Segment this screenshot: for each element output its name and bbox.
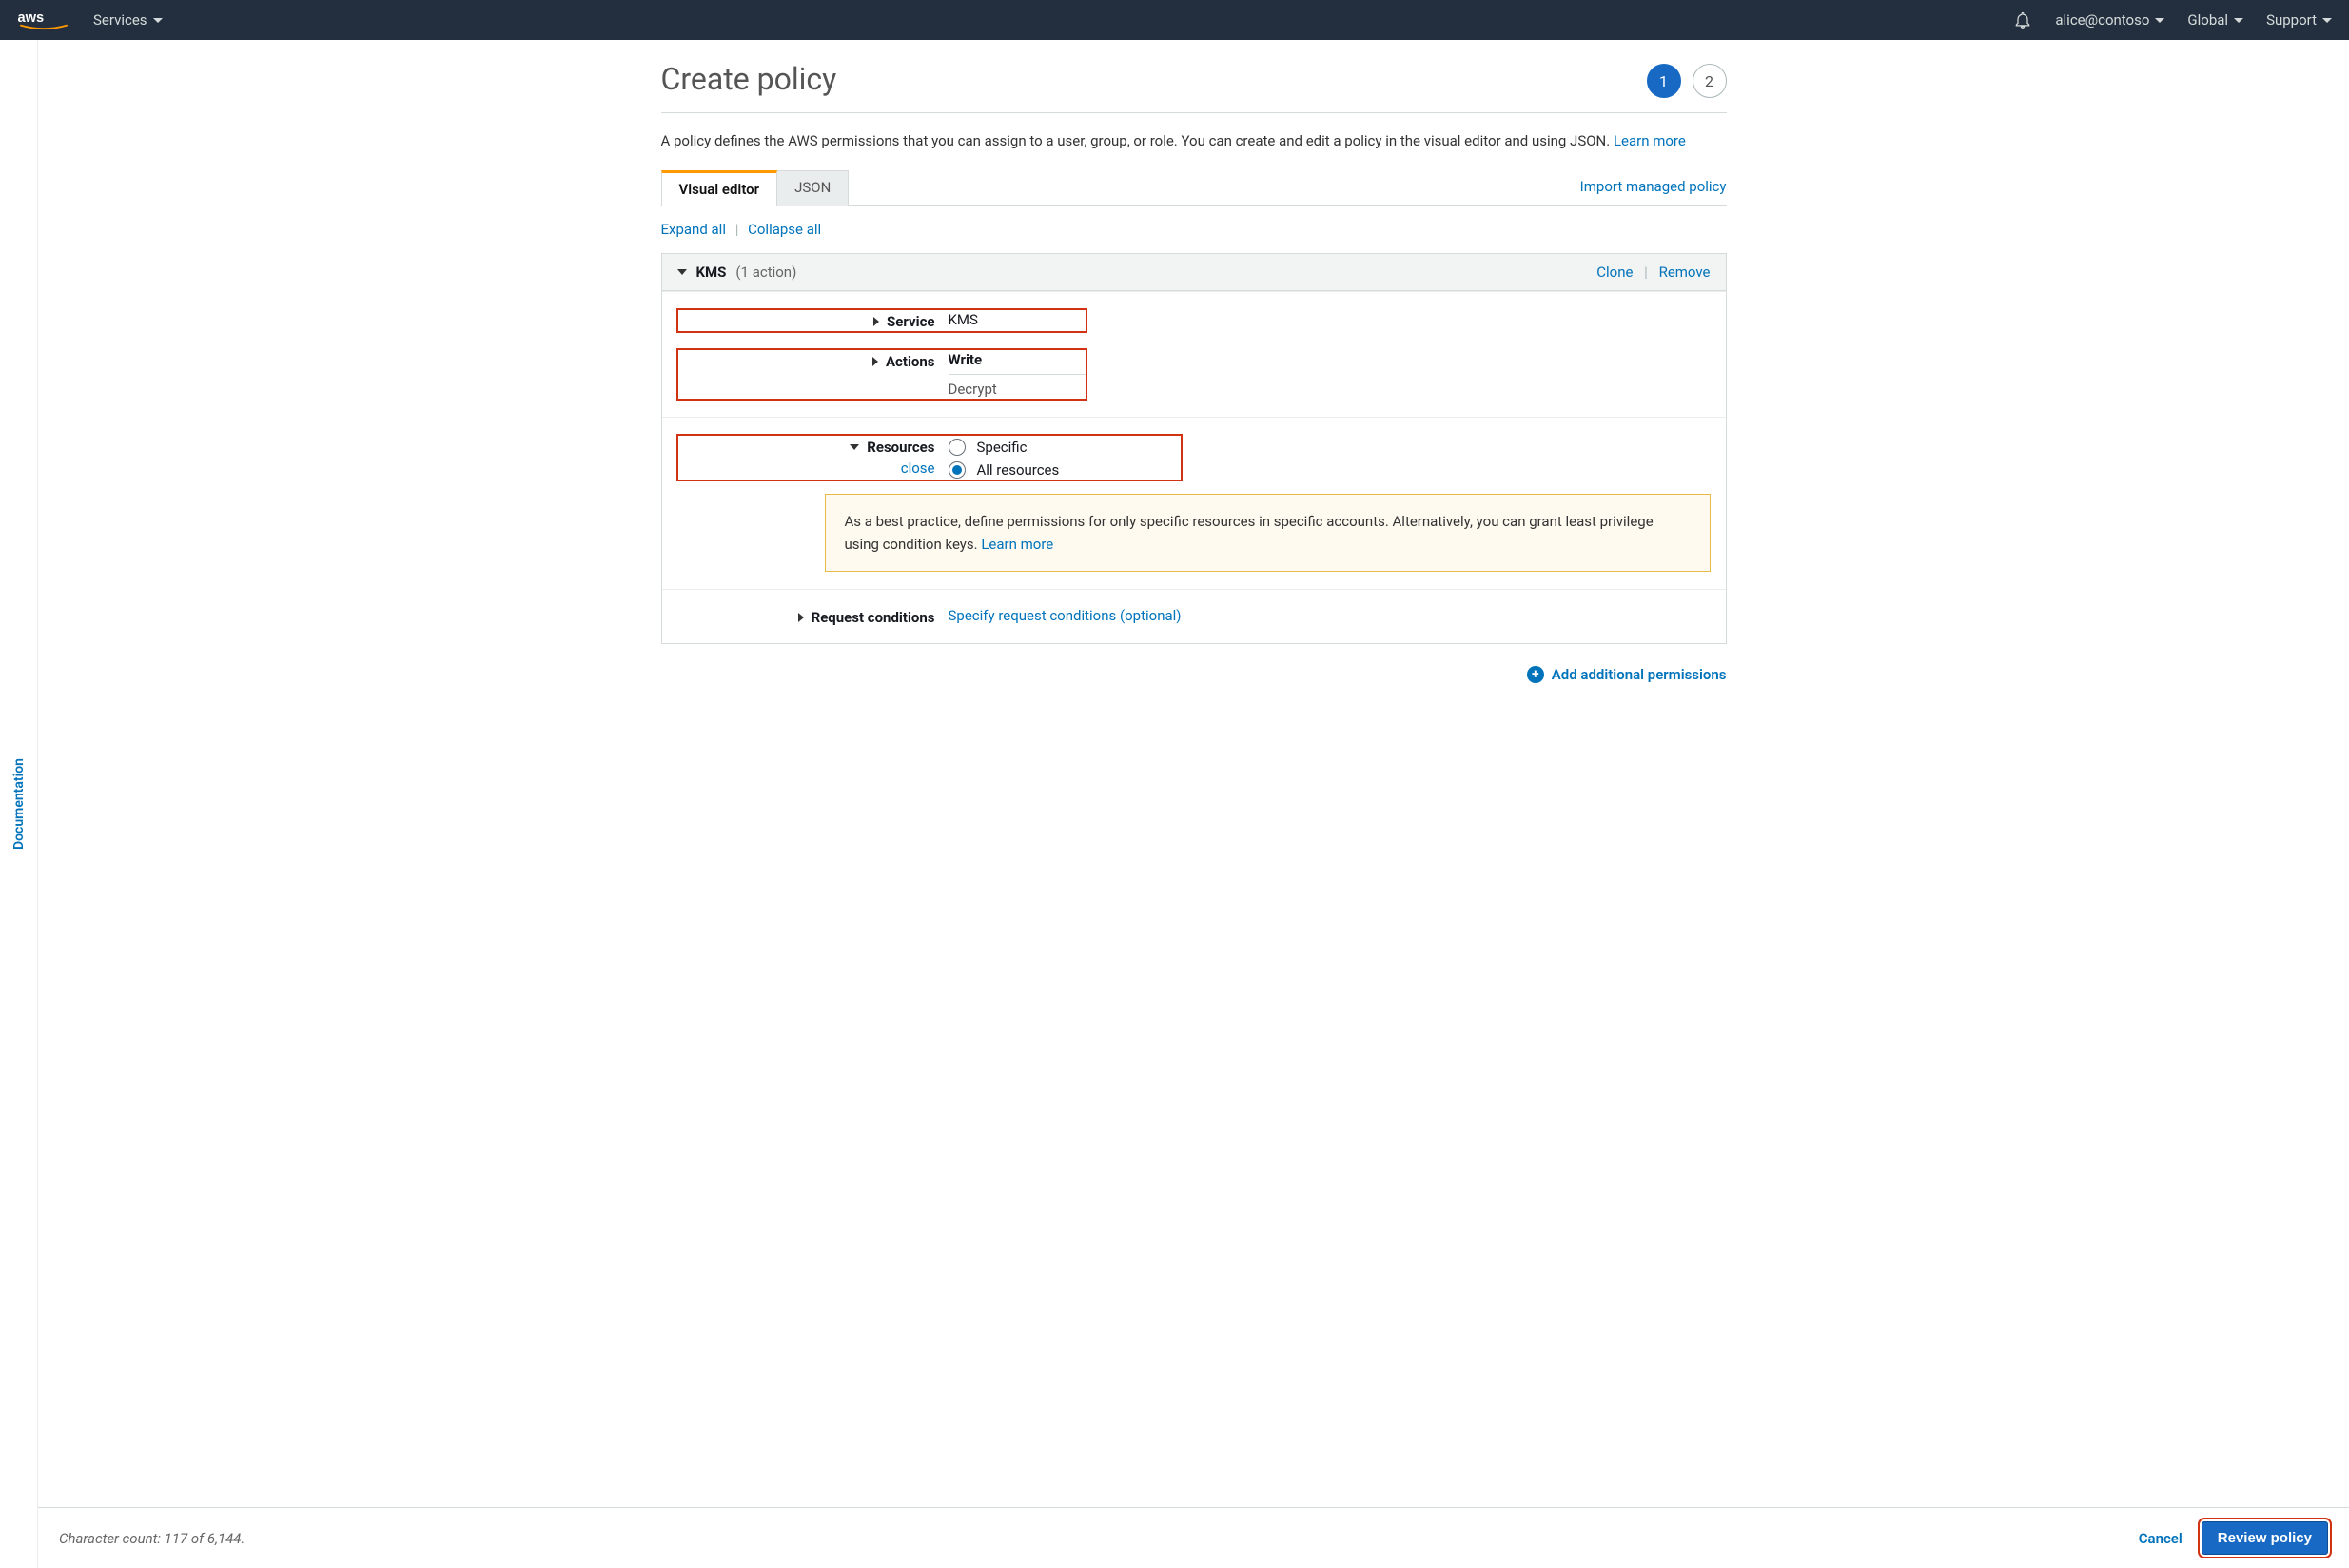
actions-row-highlight: Actions Write Decrypt <box>677 349 1086 400</box>
resources-row-label-col: Resources close <box>677 437 949 479</box>
best-practice-learn-more-link[interactable]: Learn more <box>981 536 1053 553</box>
divider <box>661 112 1727 113</box>
step-1[interactable]: 1 <box>1647 64 1681 98</box>
documentation-toggle[interactable]: Documentation <box>11 758 27 850</box>
account-label: alice@contoso <box>2055 11 2149 29</box>
add-additional-permissions-label: Add additional permissions <box>1552 666 1727 683</box>
chevron-right-icon <box>873 317 879 326</box>
perm-action-count: (1 action) <box>735 264 796 281</box>
tab-visual-editor[interactable]: Visual editor <box>661 170 778 206</box>
perm-header-right: Clone | Remove <box>1596 264 1710 281</box>
plus-circle-icon: + <box>1527 666 1544 683</box>
expand-all-link[interactable]: Expand all <box>661 221 726 238</box>
chevron-down-icon <box>677 269 687 275</box>
policy-description: A policy defines the AWS permissions tha… <box>661 130 1727 152</box>
review-policy-button[interactable]: Review policy <box>2202 1521 2328 1555</box>
region-label: Global <box>2187 11 2228 29</box>
service-row-highlight: Service KMS <box>677 309 1086 332</box>
chevron-down-icon <box>850 444 859 450</box>
top-nav: aws Services alice@contoso Global Suppor… <box>0 0 2349 40</box>
footer-actions: Cancel Review policy <box>2139 1521 2328 1555</box>
resources-label[interactable]: Resources <box>867 439 934 456</box>
resources-all-radio-row[interactable]: All resources <box>949 461 1182 479</box>
resources-all-label: All resources <box>977 461 1060 479</box>
service-row-label-col: Service <box>677 311 949 330</box>
resources-row-highlight: Resources close Specific All resou <box>677 435 1182 480</box>
service-row-value: KMS <box>949 311 1086 330</box>
cancel-button[interactable]: Cancel <box>2139 1530 2183 1547</box>
request-conditions-value: Specify request conditions (optional) <box>949 607 1711 626</box>
service-row: Service KMS <box>662 291 1726 349</box>
support-menu[interactable]: Support <box>2266 11 2332 29</box>
content: Create policy 1 2 A policy defines the A… <box>633 46 1755 712</box>
notification-bell[interactable] <box>2013 10 2032 29</box>
perm-header-left: KMS (1 action) <box>677 264 797 281</box>
expand-collapse-row: Expand all | Collapse all <box>661 221 1727 238</box>
page-title: Create policy <box>661 53 837 108</box>
best-practice-notice: As a best practice, define permissions f… <box>825 494 1711 572</box>
support-label: Support <box>2266 11 2317 29</box>
content-scroll[interactable]: Create policy 1 2 A policy defines the A… <box>38 40 2349 1507</box>
resources-specific-radio-row[interactable]: Specific <box>949 439 1182 456</box>
radio-unchecked-icon <box>949 439 966 456</box>
caret-down-icon <box>2155 18 2164 23</box>
caret-down-icon <box>153 18 163 23</box>
aws-logo[interactable]: aws <box>17 10 70 30</box>
import-managed-policy-link[interactable]: Import managed policy <box>1580 178 1727 205</box>
description-learn-more-link[interactable]: Learn more <box>1614 132 1686 149</box>
chevron-right-icon <box>872 357 878 366</box>
account-menu[interactable]: alice@contoso <box>2055 11 2164 29</box>
chevron-right-icon <box>798 613 804 622</box>
perm-service-name: KMS <box>696 264 727 281</box>
request-conditions-label[interactable]: Request conditions <box>812 609 935 626</box>
bell-icon <box>2013 10 2032 29</box>
actions-row-label-col: Actions <box>677 351 949 398</box>
footer: Character count: 117 of 6,144. Cancel Re… <box>38 1507 2349 1568</box>
clone-link[interactable]: Clone <box>1596 264 1633 281</box>
caret-down-icon <box>2322 18 2332 23</box>
page: Create policy 1 2 A policy defines the A… <box>38 40 2349 1568</box>
description-text: A policy defines the AWS permissions tha… <box>661 132 1611 149</box>
request-conditions-label-col: Request conditions <box>677 607 949 626</box>
services-menu[interactable]: Services <box>93 11 163 29</box>
tabs-row: Visual editor JSON Import managed policy <box>661 169 1727 206</box>
best-practice-text: As a best practice, define permissions f… <box>845 513 1654 553</box>
remove-link[interactable]: Remove <box>1659 264 1711 281</box>
tab-json[interactable]: JSON <box>777 170 849 206</box>
step-2[interactable]: 2 <box>1693 64 1727 98</box>
services-label: Services <box>93 11 147 29</box>
actions-row: Actions Write Decrypt <box>662 349 1726 417</box>
svg-text:aws: aws <box>18 10 45 26</box>
request-conditions-row: Request conditions Specify request condi… <box>662 589 1726 643</box>
page-header: Create policy 1 2 <box>661 53 1727 108</box>
actions-decrypt-label: Decrypt <box>949 377 1086 398</box>
caret-down-icon <box>2234 18 2243 23</box>
request-conditions-link[interactable]: Specify request conditions (optional) <box>949 607 1182 624</box>
wizard-steps: 1 2 <box>1647 64 1727 98</box>
character-count: Character count: 117 of 6,144. <box>59 1530 245 1547</box>
resources-close-link[interactable]: close <box>901 460 935 477</box>
permission-block-header[interactable]: KMS (1 action) Clone | Remove <box>662 254 1726 291</box>
service-label[interactable]: Service <box>887 313 934 330</box>
region-menu[interactable]: Global <box>2187 11 2243 29</box>
permission-block: KMS (1 action) Clone | Remove <box>661 253 1727 644</box>
resources-options: Specific All resources <box>949 437 1182 479</box>
actions-label[interactable]: Actions <box>886 353 935 370</box>
add-permissions-row: + Add additional permissions <box>661 665 1727 683</box>
resources-specific-label: Specific <box>977 439 1028 456</box>
radio-checked-icon <box>949 461 966 479</box>
actions-row-values: Write Decrypt <box>949 351 1086 398</box>
editor-tabs: Visual editor JSON <box>661 169 850 205</box>
collapse-all-link[interactable]: Collapse all <box>748 221 821 238</box>
resources-row: Resources close Specific All resou <box>662 417 1726 589</box>
separator: | <box>735 221 739 238</box>
documentation-rail: Documentation <box>0 40 38 1568</box>
actions-write-label: Write <box>949 351 1086 375</box>
add-additional-permissions-button[interactable]: + Add additional permissions <box>1527 666 1727 683</box>
service-value: KMS <box>949 311 978 328</box>
separator: | <box>1644 264 1648 281</box>
